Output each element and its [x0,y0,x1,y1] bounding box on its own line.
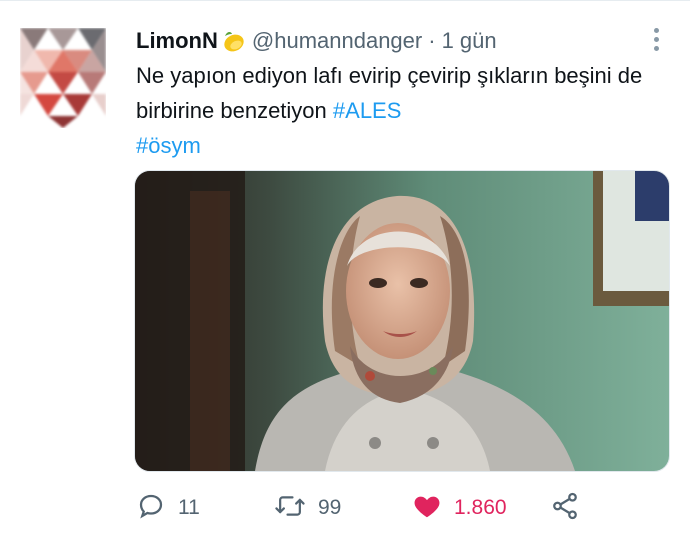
hashtag-osym[interactable]: #ösym [136,133,201,158]
tweet-actions: 11 99 1.860 [0,488,690,528]
avatar[interactable] [20,28,106,128]
timestamp[interactable]: 1 gün [442,28,497,54]
tweet-photo[interactable] [134,170,670,472]
like-count: 1.860 [454,496,507,519]
tweet-text: Ne yapıon ediyon lafı evirip çevirip şık… [136,58,656,163]
retweet-button[interactable]: 99 [274,488,341,528]
share-button[interactable] [550,488,580,528]
hashtag-ales[interactable]: #ALES [333,98,402,123]
like-button[interactable]: 1.860 [412,488,507,528]
retweet-icon [274,491,306,526]
user-handle[interactable]: @humanndanger [252,28,422,54]
more-options-icon[interactable] [646,24,666,54]
reply-icon [136,491,166,526]
tweet-header: LimonN @humanndanger · 1 gün [136,24,497,58]
reply-count: 11 [178,496,200,519]
display-name[interactable]: LimonN [136,28,218,54]
reply-button[interactable]: 11 [136,488,200,528]
heart-filled-icon [412,491,442,526]
separator-dot: · [428,28,436,53]
retweet-count: 99 [318,496,342,519]
top-divider [0,0,690,1]
lemon-emoji-icon [220,28,246,54]
share-icon [550,491,580,526]
